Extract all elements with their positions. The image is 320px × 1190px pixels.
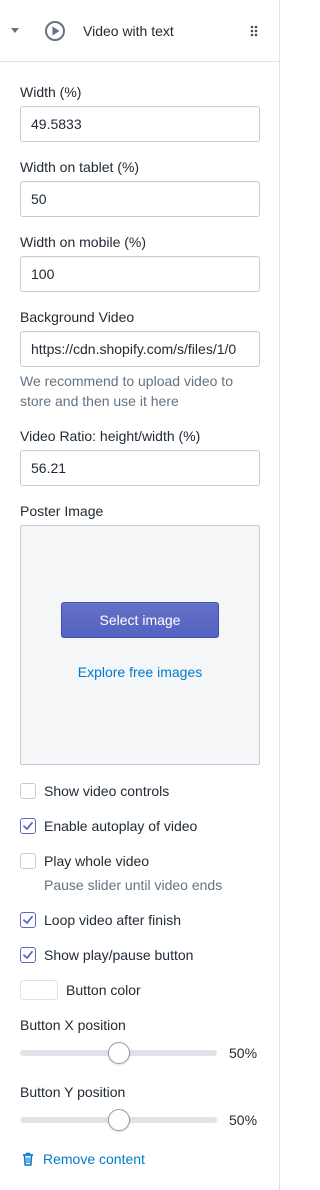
checkmark-icon — [23, 915, 33, 924]
background-video-input[interactable]: https://cdn.shopify.com/s/files/1/0 — [20, 331, 260, 367]
play-circle-icon — [45, 21, 65, 41]
loop-video-label: Loop video after finish — [44, 912, 181, 928]
button-x-slider-thumb[interactable] — [107, 1042, 130, 1064]
section-title: Video with text — [83, 23, 174, 39]
background-video-label: Background Video — [20, 309, 135, 325]
button-color-label: Button color — [66, 982, 141, 998]
show-video-controls-label: Show video controls — [44, 783, 170, 799]
width-tablet-label: Width on tablet (%) — [20, 159, 140, 175]
width-tablet-input[interactable]: 50 — [20, 181, 260, 217]
width-mobile-input[interactable]: 100 — [20, 256, 260, 292]
section-header[interactable]: Video with text — [0, 0, 280, 62]
select-image-button[interactable]: Select image — [61, 602, 219, 638]
play-whole-video-label: Play whole video — [44, 853, 150, 869]
enable-autoplay-checkbox[interactable] — [20, 818, 36, 834]
button-x-value: 50% — [229, 1045, 258, 1061]
checkmark-icon — [23, 821, 33, 830]
explore-free-images-link[interactable]: Explore free images — [21, 663, 259, 681]
button-y-position-label: Button Y position — [20, 1084, 126, 1100]
drag-handle-icon[interactable] — [250, 25, 258, 37]
background-video-help: We recommend to upload video to store an… — [20, 373, 233, 409]
poster-image-label: Poster Image — [20, 503, 104, 519]
trash-icon — [23, 1152, 33, 1166]
loop-video-checkbox[interactable] — [20, 912, 36, 928]
button-y-value: 50% — [229, 1112, 258, 1128]
width-input[interactable]: 49.5833 — [20, 106, 260, 142]
show-video-controls-checkbox[interactable] — [20, 783, 36, 799]
checkmark-icon — [23, 950, 33, 959]
enable-autoplay-label: Enable autoplay of video — [44, 818, 198, 834]
show-play-pause-label: Show play/pause button — [44, 947, 194, 963]
remove-content-label: Remove content — [43, 1151, 145, 1167]
width-label: Width (%) — [20, 84, 82, 100]
button-color-swatch[interactable] — [20, 980, 58, 1000]
show-play-pause-checkbox[interactable] — [20, 947, 36, 963]
button-y-slider-thumb[interactable] — [107, 1109, 130, 1131]
section-settings-panel: Video with text Width (%) 49.5833 Width … — [0, 0, 280, 1190]
video-ratio-input[interactable]: 56.21 — [20, 450, 260, 486]
caret-down-icon[interactable] — [11, 28, 19, 33]
poster-image-dropzone[interactable]: Select image Explore free images — [20, 525, 260, 765]
button-x-position-label: Button X position — [20, 1017, 126, 1033]
play-whole-video-checkbox[interactable] — [20, 853, 36, 869]
width-mobile-label: Width on mobile (%) — [20, 234, 147, 250]
video-ratio-label: Video Ratio: height/width (%) — [20, 428, 201, 444]
play-whole-video-help: Pause slider until video ends — [44, 877, 223, 893]
